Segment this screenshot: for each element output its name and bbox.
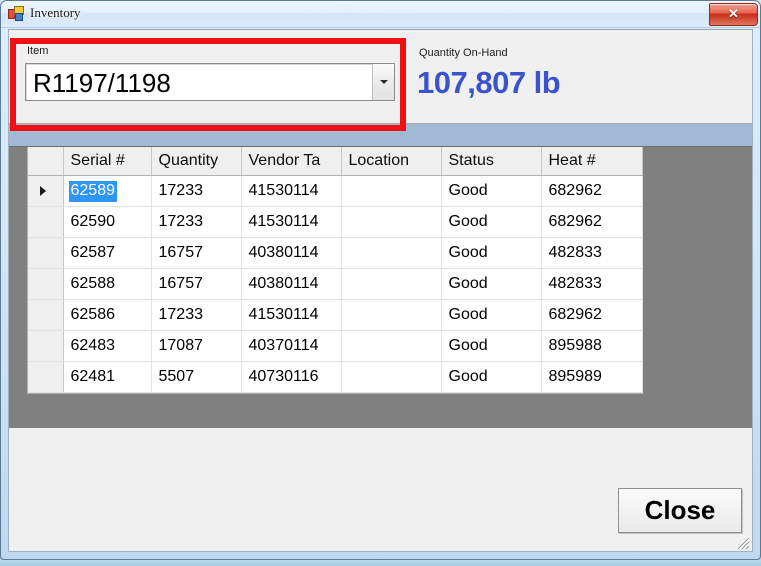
cell-serial[interactable]: 62481 [63, 361, 152, 393]
row-selector[interactable] [28, 299, 64, 331]
inventory-window: Inventory ✕ Item R1197/1198 Quantity On-… [0, 0, 761, 560]
cell-location[interactable] [341, 330, 442, 362]
cell-location[interactable] [341, 299, 442, 331]
cell-serial[interactable]: 62587 [63, 237, 152, 269]
inventory-table: Serial # Quantity Vendor Ta Location Sta… [28, 147, 643, 393]
table-body: 62589 17233 41530114 Good 682962 62590 1… [28, 175, 643, 393]
dialog-footer: Close [9, 428, 752, 551]
cell-quantity[interactable]: 17233 [151, 206, 242, 238]
row-selector[interactable] [28, 237, 64, 269]
close-button[interactable]: Close [618, 488, 742, 533]
chevron-down-icon [380, 80, 388, 84]
cell-heat[interactable]: 482833 [541, 237, 643, 269]
row-selector[interactable] [28, 268, 64, 300]
cell-status[interactable]: Good [441, 237, 542, 269]
item-combobox-value: R1197/1198 [33, 68, 171, 98]
row-selector-header [28, 147, 64, 176]
cell-heat[interactable]: 682962 [541, 206, 643, 238]
table-row[interactable]: 62590 17233 41530114 Good 682962 [28, 206, 643, 238]
grid-container: Serial # Quantity Vendor Ta Location Sta… [9, 146, 752, 428]
item-combobox[interactable]: R1197/1198 [25, 63, 395, 101]
cell-quantity[interactable]: 17087 [151, 330, 242, 362]
column-header-heat[interactable]: Heat # [541, 147, 643, 176]
panel-separator-band [9, 124, 752, 147]
current-row-arrow-icon [40, 186, 46, 196]
cell-location[interactable] [341, 268, 442, 300]
cell-vendor-tag[interactable]: 40370114 [241, 330, 342, 362]
window-client-area: Item R1197/1198 Quantity On-Hand 107,807… [8, 29, 753, 552]
cell-status[interactable]: Good [441, 299, 542, 331]
column-header-vendor-tag[interactable]: Vendor Ta [241, 147, 342, 176]
inventory-datagrid[interactable]: Serial # Quantity Vendor Ta Location Sta… [27, 147, 643, 394]
cell-vendor-tag[interactable]: 41530114 [241, 299, 342, 331]
cell-heat[interactable]: 895989 [541, 361, 643, 393]
cell-heat[interactable]: 482833 [541, 268, 643, 300]
item-selection-panel: Item R1197/1198 Quantity On-Hand 107,807… [9, 30, 752, 124]
row-selector[interactable] [28, 206, 64, 238]
cell-status[interactable]: Good [441, 206, 542, 238]
cell-serial[interactable]: 62588 [63, 268, 152, 300]
cell-quantity[interactable]: 16757 [151, 268, 242, 300]
cell-vendor-tag[interactable]: 40380114 [241, 268, 342, 300]
form-icon [8, 6, 25, 22]
table-row[interactable]: 62588 16757 40380114 Good 482833 [28, 268, 643, 300]
cell-vendor-tag[interactable]: 41530114 [241, 206, 342, 238]
cell-status[interactable]: Good [441, 175, 542, 207]
table-row[interactable]: 62481 5507 40730116 Good 895989 [28, 361, 643, 393]
column-header-serial[interactable]: Serial # [63, 147, 152, 176]
table-row[interactable]: 62586 17233 41530114 Good 682962 [28, 299, 643, 331]
column-header-status[interactable]: Status [441, 147, 542, 176]
table-row[interactable]: 62587 16757 40380114 Good 482833 [28, 237, 643, 269]
quantity-on-hand-value: 107,807 lb [417, 65, 561, 100]
cell-quantity[interactable]: 5507 [151, 361, 242, 393]
cell-serial[interactable]: 62590 [63, 206, 152, 238]
cell-location[interactable] [341, 206, 442, 238]
table-row[interactable]: 62589 17233 41530114 Good 682962 [28, 175, 643, 207]
cell-serial[interactable]: 62589 [63, 175, 152, 207]
cell-vendor-tag[interactable]: 41530114 [241, 175, 342, 207]
column-header-location[interactable]: Location [341, 147, 442, 176]
cell-serial[interactable]: 62483 [63, 330, 152, 362]
cell-heat[interactable]: 682962 [541, 175, 643, 207]
row-selector[interactable] [28, 361, 64, 393]
cell-serial[interactable]: 62586 [63, 299, 152, 331]
column-header-quantity[interactable]: Quantity [151, 147, 242, 176]
window-title: Inventory [30, 5, 81, 20]
cell-status[interactable]: Good [441, 361, 542, 393]
selected-cell-value: 62589 [68, 180, 117, 202]
cell-quantity[interactable]: 17233 [151, 299, 242, 331]
row-selector-current[interactable] [28, 175, 64, 207]
window-close-button[interactable]: ✕ [709, 3, 758, 26]
cell-heat[interactable]: 682962 [541, 299, 643, 331]
cell-location[interactable] [341, 237, 442, 269]
cell-heat[interactable]: 895988 [541, 330, 643, 362]
row-selector[interactable] [28, 330, 64, 362]
desktop-bottom-strip [0, 560, 761, 566]
cell-location[interactable] [341, 361, 442, 393]
cell-quantity[interactable]: 17233 [151, 175, 242, 207]
cell-quantity[interactable]: 16757 [151, 237, 242, 269]
item-combobox-dropdown-button[interactable] [372, 64, 394, 100]
cell-vendor-tag[interactable]: 40380114 [241, 237, 342, 269]
table-header-row: Serial # Quantity Vendor Ta Location Sta… [28, 147, 643, 176]
cell-location[interactable] [341, 175, 442, 207]
cell-vendor-tag[interactable]: 40730116 [241, 361, 342, 393]
close-icon: ✕ [728, 6, 739, 21]
window-titlebar[interactable]: Inventory ✕ [1, 1, 760, 28]
cell-status[interactable]: Good [441, 268, 542, 300]
quantity-on-hand-label: Quantity On-Hand [419, 47, 508, 59]
resize-grip-icon[interactable] [735, 535, 750, 550]
table-row[interactable]: 62483 17087 40370114 Good 895988 [28, 330, 643, 362]
cell-status[interactable]: Good [441, 330, 542, 362]
item-label: Item [27, 45, 49, 57]
